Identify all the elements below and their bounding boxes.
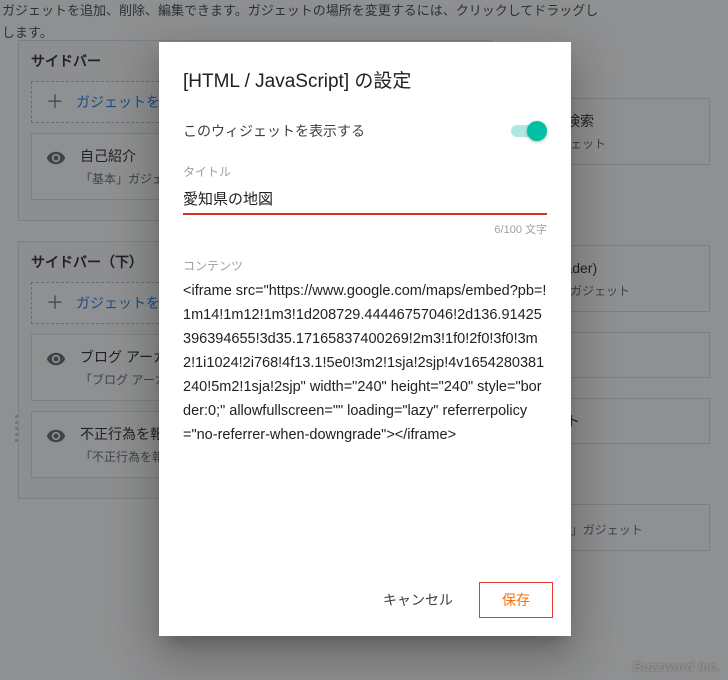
modal-title: [HTML / JavaScript] の設定 — [183, 66, 547, 93]
cancel-button[interactable]: キャンセル — [365, 582, 471, 618]
show-widget-toggle[interactable] — [511, 121, 547, 141]
show-widget-row: このウィジェットを表示する — [183, 121, 547, 141]
content-textarea[interactable]: <iframe src="https://www.google.com/maps… — [183, 280, 547, 447]
modal-actions: キャンセル 保存 — [159, 568, 571, 636]
title-char-count: 6/100 文字 — [183, 221, 547, 237]
gadget-settings-modal: [HTML / JavaScript] の設定 このウィジェットを表示する タイ… — [159, 42, 571, 636]
content-field-label: コンテンツ — [183, 257, 547, 274]
title-input[interactable] — [183, 186, 547, 215]
title-field-label: タイトル — [183, 163, 547, 180]
toggle-thumb — [527, 121, 547, 141]
show-widget-label: このウィジェットを表示する — [183, 121, 365, 141]
save-button[interactable]: 保存 — [479, 582, 553, 618]
